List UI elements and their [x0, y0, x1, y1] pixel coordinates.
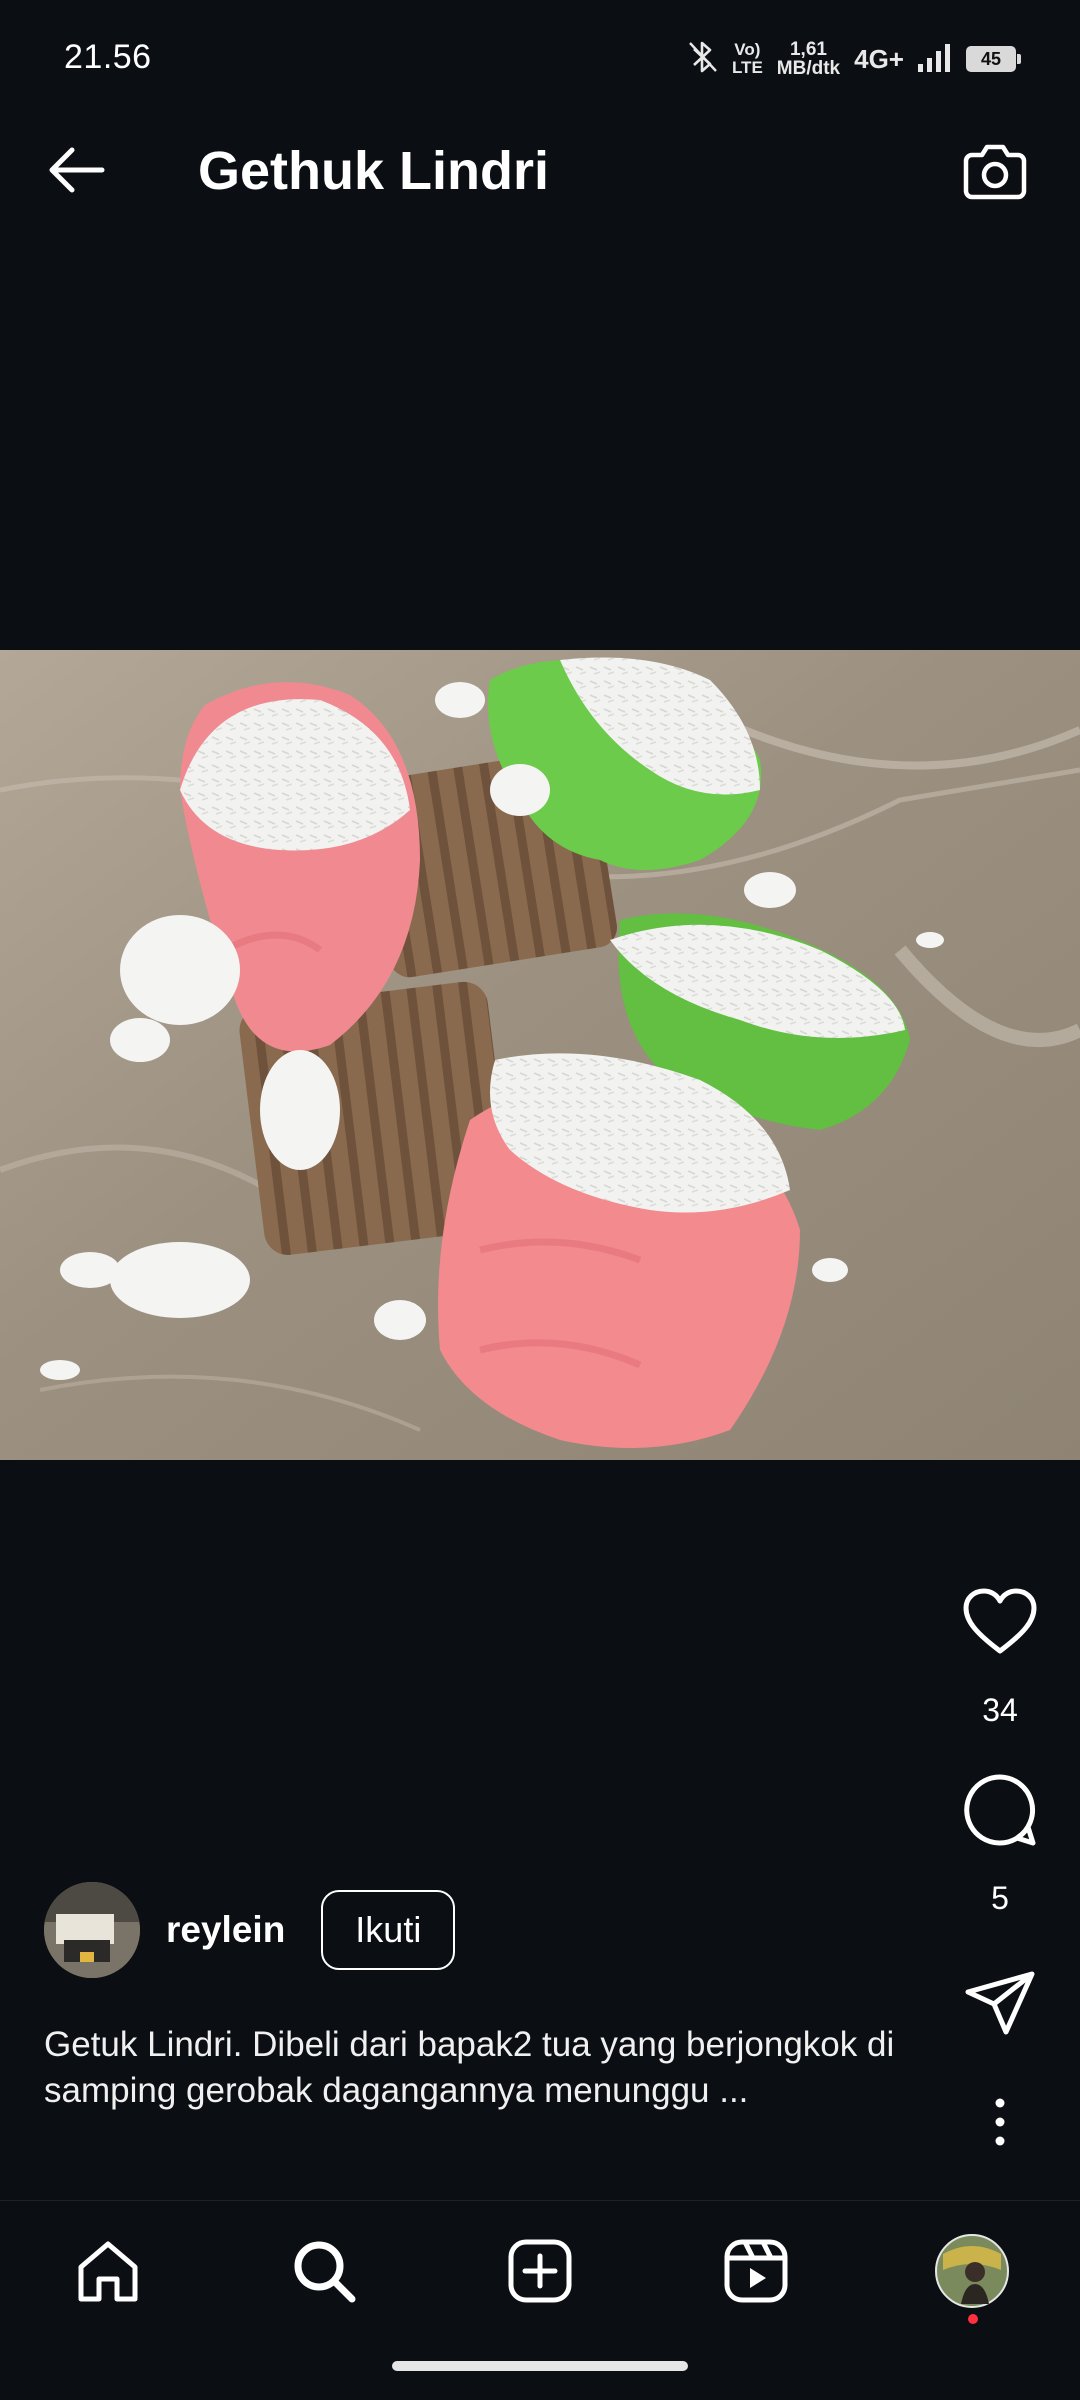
camera-icon [963, 144, 1027, 200]
author-avatar[interactable] [44, 1882, 140, 1978]
post-caption[interactable]: Getuk Lindri. Dibeli dari bapak2 tua yan… [44, 2022, 904, 2114]
comment-icon [964, 1774, 1036, 1846]
bottom-nav [0, 2200, 1080, 2340]
nav-reels[interactable] [716, 2231, 796, 2311]
share-button[interactable] [958, 1962, 1042, 2046]
net-speed: 1,61 MB/dtk [776, 39, 841, 79]
notification-dot [968, 2314, 978, 2324]
back-button[interactable] [40, 138, 112, 202]
camera-button[interactable] [960, 140, 1030, 204]
nav-search[interactable] [284, 2231, 364, 2311]
comment-count: 5 [991, 1880, 1009, 1916]
status-time: 21.56 [64, 38, 152, 76]
like-count: 34 [982, 1692, 1018, 1728]
like-button[interactable] [958, 1580, 1042, 1664]
page-title: Gethuk Lindri [198, 141, 549, 201]
bluetooth-icon [688, 40, 718, 79]
share-icon [965, 1971, 1035, 2035]
home-icon [78, 2241, 138, 2302]
heart-icon [963, 1588, 1037, 1654]
author-row: reylein Ikuti [44, 1880, 456, 1980]
header: Gethuk Lindri [0, 120, 1080, 220]
more-options-button[interactable] [958, 2080, 1042, 2164]
signal-icon [918, 42, 952, 77]
nav-create[interactable] [500, 2231, 580, 2311]
battery-indicator: 45 [966, 46, 1021, 72]
plus-square-icon [508, 2239, 572, 2303]
volte-indicator: Vo) LTE [731, 40, 763, 77]
nav-profile[interactable] [932, 2231, 1012, 2311]
nav-home[interactable] [68, 2231, 148, 2311]
comment-button[interactable] [958, 1768, 1042, 1852]
author-username[interactable]: reylein [166, 1909, 285, 1951]
search-icon [294, 2241, 356, 2303]
screen: 21.56 Vo) LTE 1,61 MB/dtk 4G+ 45 Gethuk … [0, 0, 1080, 2400]
reels-icon [724, 2239, 788, 2303]
more-icon [995, 2098, 1005, 2146]
status-icons: Vo) LTE 1,61 MB/dtk 4G+ 45 [688, 34, 1021, 84]
post-photo[interactable] [0, 650, 1080, 1460]
network-type: 4G+ [854, 43, 904, 74]
home-indicator[interactable] [392, 2361, 688, 2371]
follow-button[interactable]: Ikuti [321, 1890, 456, 1970]
arrow-left-icon [49, 147, 105, 193]
status-bar: 21.56 Vo) LTE 1,61 MB/dtk 4G+ 45 [0, 0, 1080, 92]
profile-avatar-icon [935, 2234, 1009, 2308]
